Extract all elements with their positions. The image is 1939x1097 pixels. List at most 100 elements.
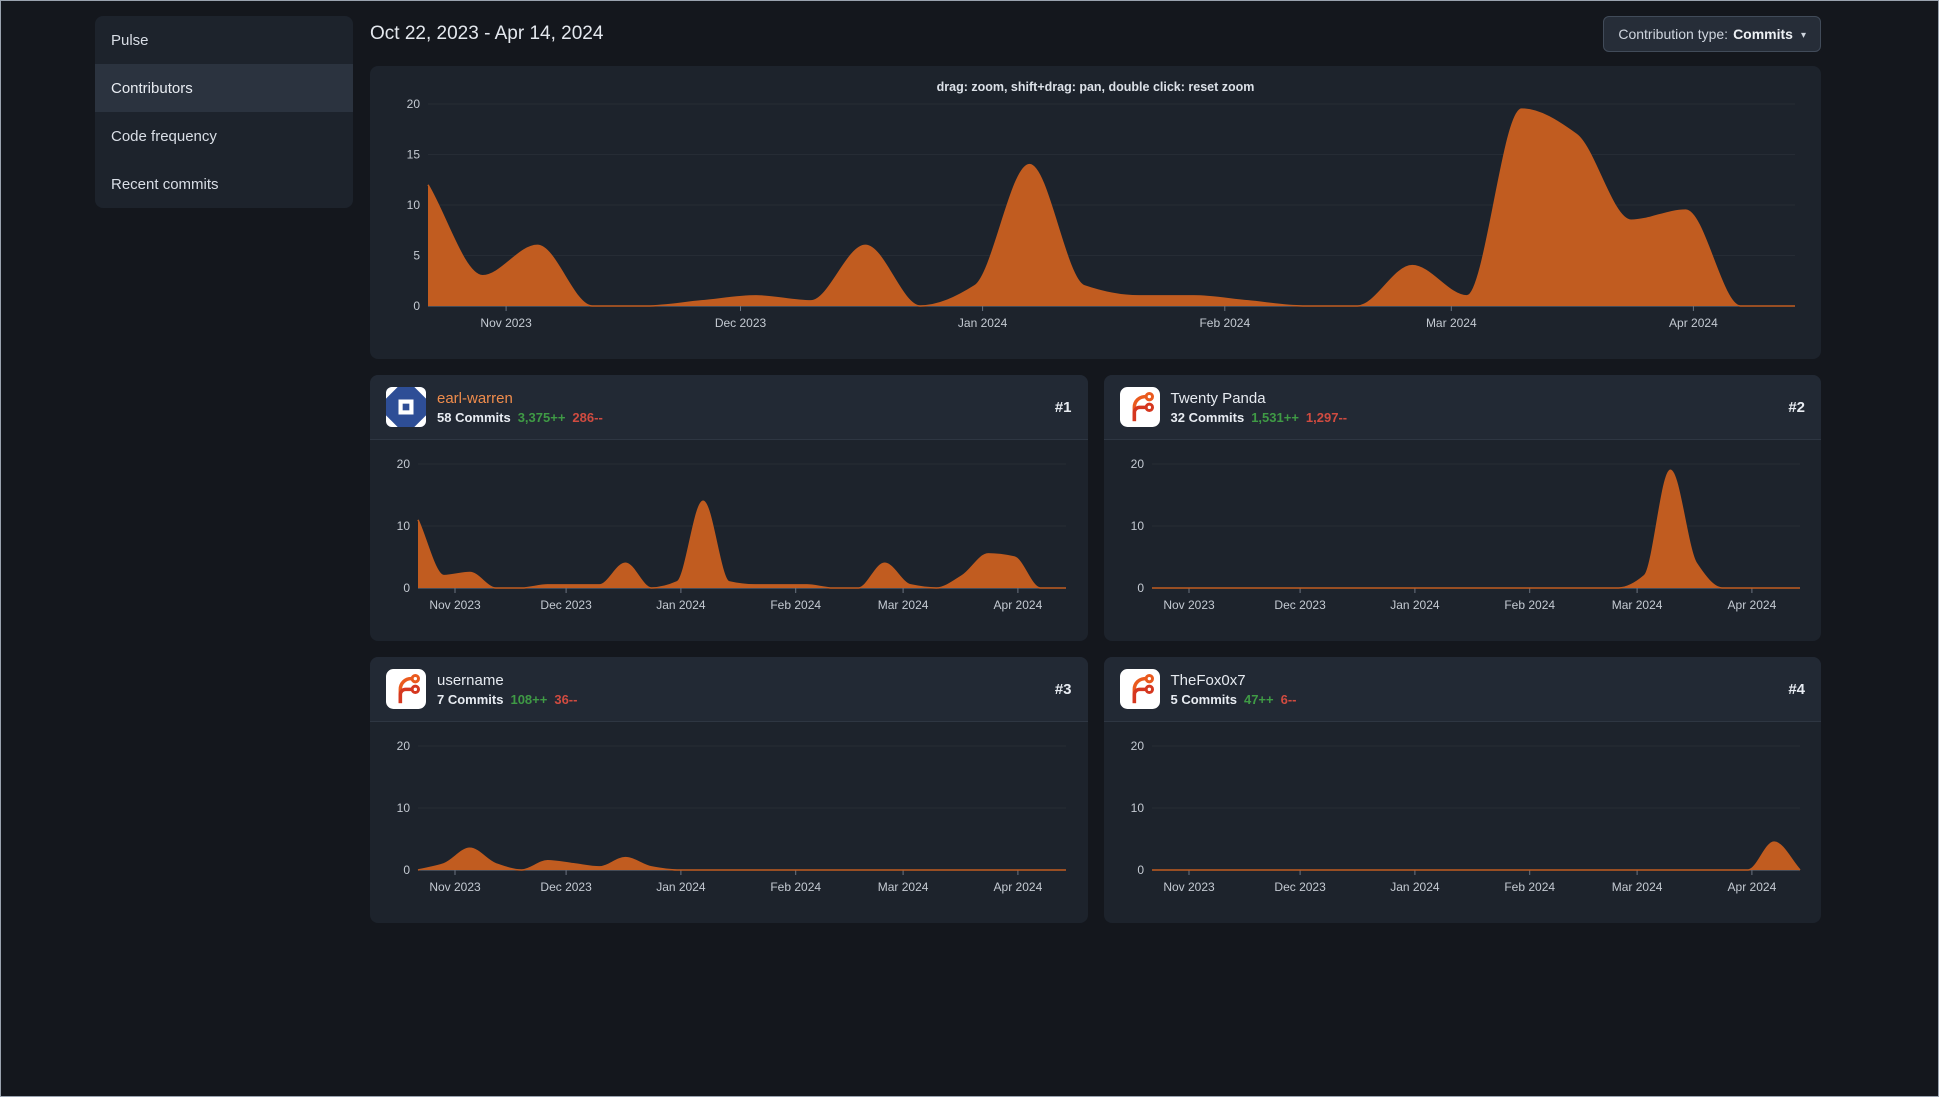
- deletions-count: 6--: [1280, 691, 1297, 707]
- svg-text:Apr 2024: Apr 2024: [1727, 880, 1776, 894]
- svg-text:Jan 2024: Jan 2024: [1390, 880, 1440, 894]
- contributor-info: Twenty Panda 32 Commits 1,531++ 1,297--: [1171, 390, 1778, 425]
- contributors-page: Pulse Contributors Code frequency Recent…: [1, 1, 1938, 923]
- svg-text:Jan 2024: Jan 2024: [656, 880, 706, 894]
- svg-text:10: 10: [1130, 519, 1144, 533]
- commit-count: 32 Commits: [1170, 409, 1245, 425]
- contribution-type-label: Contribution type:: [1618, 26, 1729, 42]
- contributor-card-4: TheFox0x7 5 Commits 47++ 6-- #4 0 10 20 Nov…: [1103, 657, 1822, 923]
- main-content: Oct 22, 2023 - Apr 14, 2024 Contribution…: [370, 16, 1821, 923]
- svg-text:20: 20: [397, 739, 411, 753]
- sidebar-item-recent-commits[interactable]: Recent commits: [95, 160, 353, 208]
- svg-text:Feb 2024: Feb 2024: [770, 598, 821, 612]
- svg-text:20: 20: [1130, 739, 1144, 753]
- svg-text:Feb 2024: Feb 2024: [1504, 880, 1555, 894]
- sidebar-item-pulse[interactable]: Pulse: [95, 16, 353, 64]
- svg-text:Mar 2024: Mar 2024: [878, 880, 929, 894]
- contributor-name-link[interactable]: earl-warren: [437, 390, 1044, 407]
- svg-text:10: 10: [397, 519, 411, 533]
- additions-count: 47++: [1243, 691, 1274, 707]
- svg-text:Dec 2023: Dec 2023: [540, 598, 592, 612]
- rank-badge: #2: [1788, 398, 1805, 416]
- contributor-activity-chart[interactable]: 0 10 20 Nov 2023 Dec 2023 Jan 2024 Feb 2024 Mar…: [1114, 440, 1812, 635]
- contribution-type-dropdown[interactable]: Contribution type: Commits ▾: [1603, 16, 1821, 52]
- contributor-stats: 32 Commits 1,531++ 1,297--: [1171, 410, 1778, 425]
- contributor-grid: earl-warren 58 Commits 3,375++ 286-- #1 …: [370, 375, 1821, 923]
- svg-text:20: 20: [407, 97, 421, 111]
- deletions-count: 36--: [554, 691, 578, 707]
- contributor-header: Twenty Panda 32 Commits 1,531++ 1,297-- …: [1103, 375, 1821, 440]
- svg-text:Jan 2024: Jan 2024: [656, 598, 706, 612]
- sidebar-item-label: Recent commits: [111, 175, 219, 193]
- svg-text:Nov 2023: Nov 2023: [1163, 598, 1215, 612]
- svg-text:Nov 2023: Nov 2023: [480, 316, 532, 330]
- svg-text:Dec 2023: Dec 2023: [1274, 598, 1326, 612]
- contributor-chart-wrap: 0 10 20 Nov 2023 Dec 2023 Jan 2024 Feb 2024 Mar…: [1104, 440, 1822, 641]
- contributor-chart-wrap: 0 10 20 Nov 2023 Dec 2023 Jan 2024 Feb 2024 Mar…: [370, 440, 1088, 641]
- svg-text:0: 0: [403, 581, 410, 595]
- contributor-name: username: [437, 671, 504, 689]
- svg-text:Apr 2024: Apr 2024: [1669, 316, 1718, 330]
- chart-zoom-hint: drag: zoom, shift+drag: pan, double clic…: [936, 80, 1255, 94]
- contributor-stats: 58 Commits 3,375++ 286--: [437, 410, 1044, 425]
- contributor-stats: 5 Commits 47++ 6--: [1171, 692, 1778, 707]
- svg-text:0: 0: [1137, 581, 1144, 595]
- svg-text:Dec 2023: Dec 2023: [715, 316, 767, 330]
- svg-text:Jan 2024: Jan 2024: [1390, 598, 1440, 612]
- deletions-count: 286--: [572, 409, 603, 425]
- rank-badge: #3: [1054, 680, 1072, 698]
- area-chart-svg: 0 10 20 Nov 2023 Dec 2023 Jan 2024 Feb 2024 Mar…: [1130, 739, 1801, 894]
- area-chart-svg: 0 10 20 Nov 2023 Dec 2023 Jan 2024 Feb 2024 Mar…: [397, 457, 1066, 612]
- additions-count: 108++: [510, 691, 548, 707]
- area-chart-svg: 0 10 20 Nov 2023 Dec 2023 Jan 2024 Feb 2024 Mar…: [1130, 457, 1800, 612]
- topbar: Oct 22, 2023 - Apr 14, 2024 Contribution…: [370, 16, 1821, 52]
- area-chart-svg: 0 5 10 15 20 Nov 2023 Dec 2023 Jan 2024 Feb 2024…: [407, 97, 1795, 330]
- svg-text:20: 20: [397, 457, 411, 471]
- deletions-count: 1,297--: [1305, 409, 1348, 425]
- sidebar-item-label: Code frequency: [111, 127, 217, 145]
- svg-text:10: 10: [407, 198, 421, 212]
- main-activity-chart[interactable]: 0 5 10 15 20 Nov 2023 Dec 2023 Jan 2024 Feb 2024…: [386, 96, 1805, 351]
- avatar-forgejo-logo: [1119, 387, 1160, 427]
- svg-text:20: 20: [1130, 457, 1144, 471]
- sidebar-item-contributors[interactable]: Contributors: [95, 64, 353, 112]
- contributor-activity-chart[interactable]: 0 10 20 Nov 2023 Dec 2023 Jan 2024 Feb 2024 Mar…: [380, 440, 1078, 635]
- svg-text:10: 10: [1130, 801, 1144, 815]
- contributor-info: earl-warren 58 Commits 3,375++ 286--: [437, 390, 1044, 425]
- avatar-forgejo-logo: [386, 669, 426, 709]
- commit-count: 5 Commits: [1170, 691, 1237, 707]
- svg-text:5: 5: [413, 249, 420, 263]
- contributor-card-2: Twenty Panda 32 Commits 1,531++ 1,297-- …: [1103, 375, 1822, 641]
- contributor-info: username 7 Commits 108++ 36--: [437, 672, 1044, 707]
- contributor-card-1: earl-warren 58 Commits 3,375++ 286-- #1 …: [370, 375, 1088, 641]
- svg-text:Apr 2024: Apr 2024: [994, 598, 1043, 612]
- avatar-identicon[interactable]: [386, 387, 426, 427]
- contributor-name: TheFox0x7: [1170, 671, 1246, 689]
- svg-text:Feb 2024: Feb 2024: [1504, 598, 1555, 612]
- commit-count: 58 Commits: [437, 409, 511, 425]
- overall-activity-card: drag: zoom, shift+drag: pan, double clic…: [370, 66, 1821, 359]
- rank-badge: #1: [1054, 398, 1072, 416]
- contributor-chart-wrap: 0 10 20 Nov 2023 Dec 2023 Jan 2024 Feb 2024 Mar…: [1104, 722, 1822, 923]
- svg-text:Mar 2024: Mar 2024: [1611, 880, 1662, 894]
- svg-text:Nov 2023: Nov 2023: [1163, 880, 1215, 894]
- chevron-down-icon: ▾: [1800, 29, 1806, 41]
- commit-count: 7 Commits: [437, 691, 504, 707]
- svg-text:10: 10: [397, 801, 411, 815]
- date-range-title: Oct 22, 2023 - Apr 14, 2024: [370, 23, 604, 44]
- contributor-activity-chart[interactable]: 0 10 20 Nov 2023 Dec 2023 Jan 2024 Feb 2024 Mar…: [1114, 722, 1812, 917]
- area-chart-svg: 0 10 20 Nov 2023 Dec 2023 Jan 2024 Feb 2024 Mar…: [397, 739, 1066, 894]
- contribution-type-value: Commits: [1733, 26, 1793, 42]
- contributor-activity-chart[interactable]: 0 10 20 Nov 2023 Dec 2023 Jan 2024 Feb 2024 Mar…: [380, 722, 1078, 917]
- contributor-info: TheFox0x7 5 Commits 47++ 6--: [1171, 672, 1778, 707]
- additions-count: 3,375++: [517, 409, 566, 425]
- sidebar-item-label: Pulse: [111, 31, 149, 49]
- contributor-header: username 7 Commits 108++ 36-- #3: [370, 657, 1088, 722]
- svg-text:Dec 2023: Dec 2023: [540, 880, 592, 894]
- additions-count: 1,531++: [1251, 409, 1299, 425]
- svg-text:0: 0: [413, 299, 420, 313]
- svg-text:15: 15: [407, 148, 421, 162]
- svg-text:Jan 2024: Jan 2024: [958, 316, 1008, 330]
- sidebar-item-code-frequency[interactable]: Code frequency: [95, 112, 353, 160]
- svg-text:Apr 2024: Apr 2024: [994, 880, 1043, 894]
